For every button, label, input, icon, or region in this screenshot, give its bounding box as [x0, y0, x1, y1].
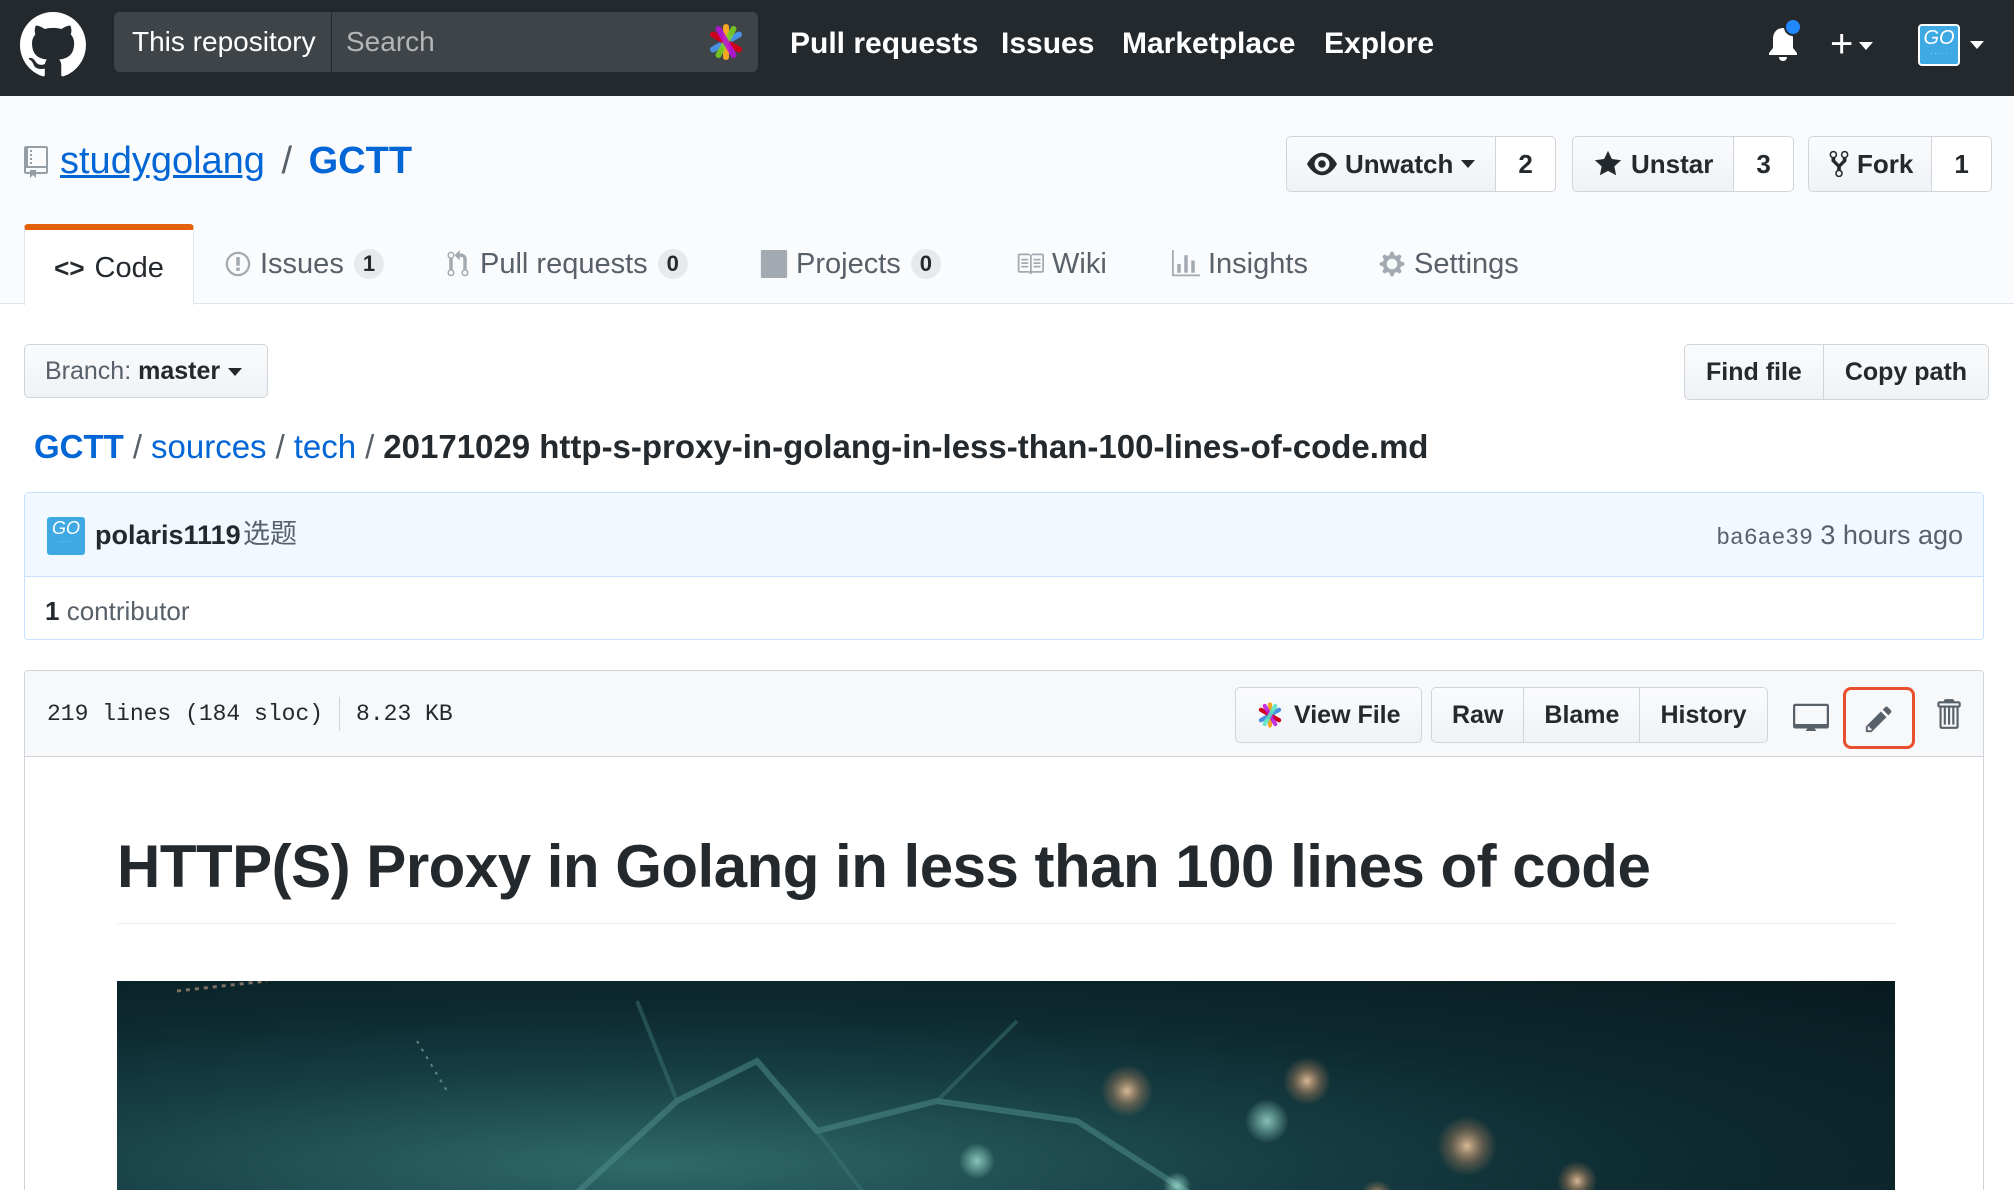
caret-down-icon [228, 368, 243, 377]
branch-select[interactable]: Branch: master [24, 344, 268, 398]
forks-count[interactable]: 1 [1932, 136, 1992, 192]
star-icon [1594, 150, 1622, 176]
caret-down-icon [1461, 160, 1476, 168]
breadcrumb-sources[interactable]: sources [151, 428, 267, 465]
fork-icon [1829, 150, 1849, 178]
breadcrumb-file-name: 20171029 http-s-proxy-in-golang-in-less-… [383, 428, 1429, 465]
file-line-count: 219 lines (184 sloc) [47, 701, 324, 727]
star-button-group: Unstar 3 [1572, 136, 1794, 192]
project-icon [760, 250, 788, 278]
nav-issues[interactable]: Issues [1001, 22, 1094, 66]
contributors-count: 1 [45, 596, 60, 626]
commit-author-link[interactable]: polaris1119 [95, 515, 241, 555]
raw-blame-history-group: Raw Blame History [1431, 687, 1768, 743]
git-pull-request-icon [447, 250, 469, 277]
tab-code[interactable]: <> Code [24, 224, 194, 305]
contributors-link[interactable]: 1 contributor [45, 593, 190, 629]
tab-settings[interactable]: Settings [1378, 224, 1519, 304]
commit-author-avatar[interactable]: GO · · · · · [47, 517, 85, 555]
file-info-divider [339, 696, 341, 731]
find-file-button[interactable]: Find file [1684, 344, 1824, 400]
issues-count: 1 [353, 249, 385, 279]
unstar-button[interactable]: Unstar [1572, 136, 1735, 192]
breadcrumb-separator: / [365, 428, 375, 465]
article-cover-image [117, 981, 1895, 1190]
branch-prefix: Branch: [45, 357, 132, 385]
plus-icon: + [1830, 22, 1854, 66]
desktop-icon[interactable] [1793, 699, 1829, 731]
commit-meta: ba6ae39 3 hours ago [1716, 515, 1963, 558]
book-icon [1017, 253, 1044, 275]
commit-sha-link[interactable]: ba6ae39 [1716, 525, 1813, 551]
commit-tease: GO · · · · · polaris1119 选题 ba6ae39 3 hou… [24, 492, 1984, 640]
search-input[interactable] [332, 12, 692, 72]
tab-issues[interactable]: Issues 1 [224, 224, 385, 304]
tab-insights[interactable]: Insights [1172, 224, 1308, 304]
breadcrumb-separator: / [132, 428, 142, 465]
user-menu-dropdown[interactable]: GO · · · · · [1918, 24, 1998, 68]
unwatch-button[interactable]: Unwatch [1286, 136, 1497, 192]
global-header: This repository Pull requests Issues Mar… [0, 0, 2014, 96]
file-header: 219 lines (184 sloc) 8.23 KB View File Ra… [25, 671, 1983, 757]
repo-name-link[interactable]: GCTT [309, 140, 412, 182]
commit-message-link[interactable]: 选题 [243, 515, 297, 555]
repo-title-separator: / [281, 140, 293, 182]
pull-requests-count: 0 [657, 249, 688, 279]
raw-button[interactable]: Raw [1431, 687, 1525, 743]
view-file-button[interactable]: View File [1235, 687, 1422, 743]
nav-marketplace[interactable]: Marketplace [1122, 22, 1295, 66]
search-box: This repository [114, 12, 758, 72]
caret-down-icon [1859, 42, 1874, 51]
repo-book-icon [24, 146, 48, 178]
tab-pull-requests[interactable]: Pull requests 0 [444, 224, 688, 304]
breadcrumb-separator: / [275, 428, 285, 465]
commit-time: 3 hours ago [1820, 520, 1963, 550]
file-size: 8.23 KB [356, 701, 453, 727]
repo-header: studygolang / GCTT Unwatch 2 Unstar 3 Fo… [0, 96, 2014, 305]
zenhub-asterisk-icon [1258, 702, 1282, 728]
user-avatar: GO · · · · · [1918, 24, 1960, 66]
projects-count: 0 [910, 249, 942, 279]
fork-button-group: Fork 1 [1808, 136, 1992, 192]
branch-name: master [138, 357, 221, 385]
tab-wiki[interactable]: Wiki [1016, 224, 1107, 304]
file-nav-actions: Find file Copy path [1684, 344, 1990, 400]
breadcrumb-tech[interactable]: tech [294, 428, 356, 465]
trash-icon[interactable] [1935, 697, 1961, 731]
contributors-label: contributor [66, 596, 190, 626]
search-scope-label[interactable]: This repository [114, 12, 332, 72]
nav-explore[interactable]: Explore [1324, 22, 1434, 66]
watch-button-group: Unwatch 2 [1286, 136, 1556, 192]
file-viewer: 219 lines (184 sloc) 8.23 KB View File Ra… [24, 670, 1984, 1190]
file-info: 219 lines (184 sloc) 8.23 KB [47, 695, 453, 733]
caret-down-icon [1970, 41, 1984, 49]
eye-icon [1307, 152, 1337, 176]
history-button[interactable]: History [1640, 687, 1768, 743]
github-logo-icon[interactable] [20, 12, 86, 78]
issue-opened-icon [225, 251, 251, 277]
repo-owner-link[interactable]: studygolang [60, 140, 265, 182]
nav-pull-requests[interactable]: Pull requests [790, 22, 978, 66]
create-new-dropdown[interactable]: + [1830, 22, 1894, 66]
copy-path-button[interactable]: Copy path [1823, 344, 1990, 400]
breadcrumb-root[interactable]: GCTT [34, 428, 124, 465]
graph-icon [1172, 250, 1200, 277]
stargazers-count[interactable]: 3 [1734, 136, 1794, 192]
watchers-count[interactable]: 2 [1496, 136, 1556, 192]
fork-button[interactable]: Fork [1808, 136, 1933, 192]
gear-icon [1379, 251, 1405, 277]
edit-file-button[interactable] [1843, 687, 1915, 749]
code-icon: <> [54, 252, 85, 283]
markdown-heading: HTTP(S) Proxy in Golang in less than 100… [117, 827, 1895, 924]
zenhub-asterisk-icon[interactable] [706, 22, 746, 62]
breadcrumb: GCTT / sources / tech/20171029 http-s-proxy-… [34, 424, 1428, 470]
notification-indicator [1784, 18, 1802, 36]
latest-commit-bar: GO · · · · · polaris1119 选题 ba6ae39 3 hou… [25, 493, 1983, 577]
pencil-icon [1865, 706, 1892, 733]
tab-projects[interactable]: Projects 0 [760, 224, 942, 304]
repo-title: studygolang / GCTT [60, 136, 412, 186]
blame-button[interactable]: Blame [1524, 687, 1641, 743]
